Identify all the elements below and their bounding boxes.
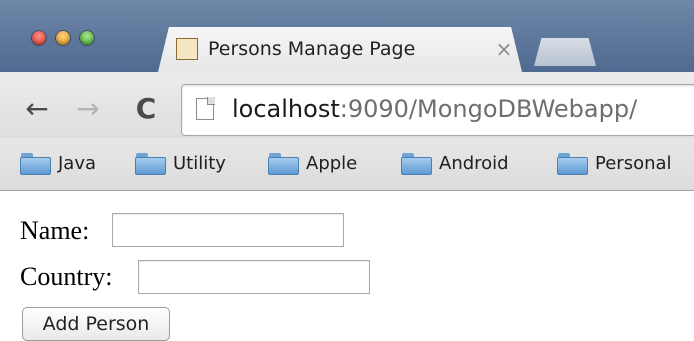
forward-arrow-icon[interactable]: → [73, 93, 103, 125]
bookmark-label: Utility [173, 153, 226, 174]
country-input[interactable] [138, 260, 370, 294]
name-input[interactable] [112, 213, 344, 247]
folder-icon [20, 153, 51, 175]
bookmark-label: Java [58, 153, 97, 174]
reload-icon[interactable]: C [131, 93, 161, 125]
url-path: :9090/MongoDBWebapp/ [339, 95, 638, 123]
name-label: Name: [20, 216, 90, 245]
tab-close-icon[interactable]: × [494, 37, 514, 61]
window-minimize-button[interactable] [56, 31, 70, 45]
folder-icon [557, 153, 588, 175]
page-icon [196, 97, 215, 120]
bookmark-label: Android [439, 153, 509, 174]
folder-icon [401, 153, 432, 175]
folder-icon [268, 153, 299, 175]
bookmark-label: Apple [306, 153, 358, 174]
url-host: localhost [232, 95, 340, 123]
back-arrow-icon[interactable]: ← [22, 93, 52, 125]
add-person-button[interactable]: Add Person [22, 307, 170, 341]
url-text[interactable]: localhost:9090/MongoDBWebapp/ [232, 92, 637, 126]
window-close-button[interactable] [32, 31, 46, 45]
new-tab-button[interactable] [534, 38, 596, 66]
bookmark-label: Personal [595, 153, 672, 174]
country-label: Country: [20, 262, 113, 291]
app-favicon-icon [176, 38, 198, 60]
tab-title: Persons Manage Page [208, 38, 416, 60]
window-zoom-button[interactable] [80, 31, 94, 45]
folder-icon [135, 153, 166, 175]
